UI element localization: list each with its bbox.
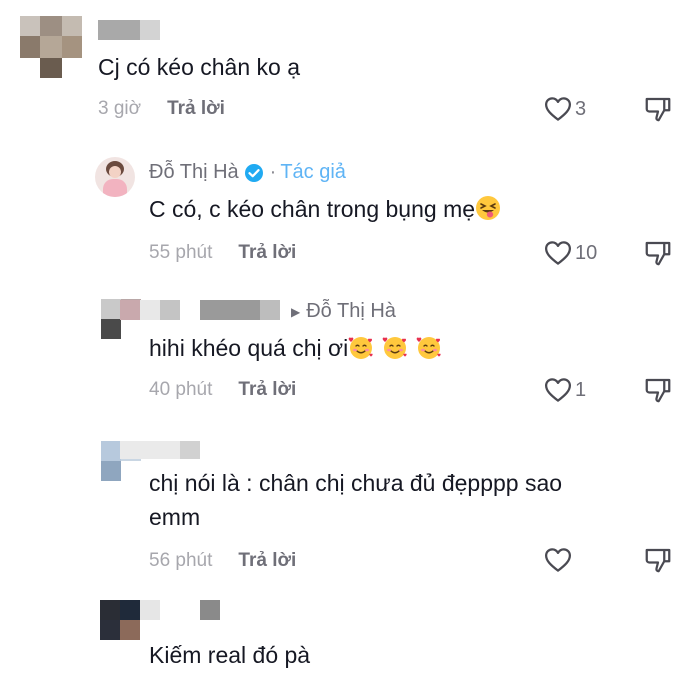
like-button[interactable]: 1 [543,375,586,405]
thumbs-down-icon [643,545,673,575]
heart-outline-icon [543,375,573,405]
like-count: 1 [575,378,587,401]
comment-text-line-2: emm [149,504,201,530]
smiling-face-with-hearts-emoji-icon [348,334,374,360]
comment-meta: 3 giờ Trả lời [98,98,225,120]
comment-time: 40 phút [149,379,213,400]
comment-time: 56 phút [149,550,213,571]
username-redacted[interactable] [120,300,280,320]
dislike-button[interactable] [643,375,673,410]
smiling-face-with-hearts-emoji-icon [416,334,442,360]
reply-to-name[interactable]: Đỗ Thị Hà [306,300,396,323]
reply-button[interactable]: Trả lời [238,550,296,572]
comment-meta: 40 phút Trả lời [149,379,296,401]
smiling-face-with-hearts-emoji-icon [382,334,408,360]
comment-text: C có, c kéo chân trong bụng mẹ [149,192,501,226]
like-button[interactable]: 3 [543,94,586,124]
comment-meta: 56 phút Trả lời [149,550,296,572]
reply-button[interactable]: Trả lời [238,379,296,401]
dislike-button[interactable] [643,545,673,580]
username-redacted[interactable] [98,20,160,40]
reply-to-row: ▶ Đỗ Thị Hà [281,300,396,323]
avatar[interactable] [20,16,82,78]
heart-outline-icon [543,238,573,268]
username-redacted[interactable] [120,441,200,459]
heart-outline-icon [543,94,573,124]
author-avatar[interactable] [95,157,135,197]
comment-text: hihi khéo quá chị ơi [149,331,442,365]
username-redacted[interactable] [140,600,220,620]
tongue-face-emoji-icon [475,195,501,221]
comment-meta: 55 phút Trả lời [149,242,296,264]
thumbs-down-icon [643,238,673,268]
author-name-row: Đỗ Thị Hà · Tác giả [149,161,346,184]
like-count: 10 [575,241,598,264]
comment-text: Cj có kéo chân ko ạ [98,54,301,80]
reply-arrow-icon: ▶ [291,304,301,319]
like-count: 3 [575,97,587,120]
thumbs-down-icon [643,375,673,405]
like-button[interactable] [543,545,575,575]
thumbs-down-icon [643,94,673,124]
reply-button[interactable]: Trả lời [238,242,296,264]
dislike-button[interactable] [643,238,673,273]
heart-outline-icon [543,545,573,575]
comment-time: 3 giờ [98,98,142,119]
avatar[interactable] [100,600,140,640]
like-button[interactable]: 10 [543,238,597,268]
verified-badge-icon [244,163,263,182]
separator-dot: · [269,161,277,183]
comment-text: chị nói là : chân chị chưa đủ đẹpppp sao… [149,466,669,534]
author-name[interactable]: Đỗ Thị Hà [149,161,239,184]
comment-text: Kiếm real đó pà [149,642,311,668]
comment-text-line-1: chị nói là : chân chị chưa đủ đẹpppp sao [149,470,563,496]
dislike-button[interactable] [643,94,673,129]
comment-time: 55 phút [149,242,213,263]
author-badge: Tác giả [280,161,346,183]
reply-button[interactable]: Trả lời [167,98,225,120]
